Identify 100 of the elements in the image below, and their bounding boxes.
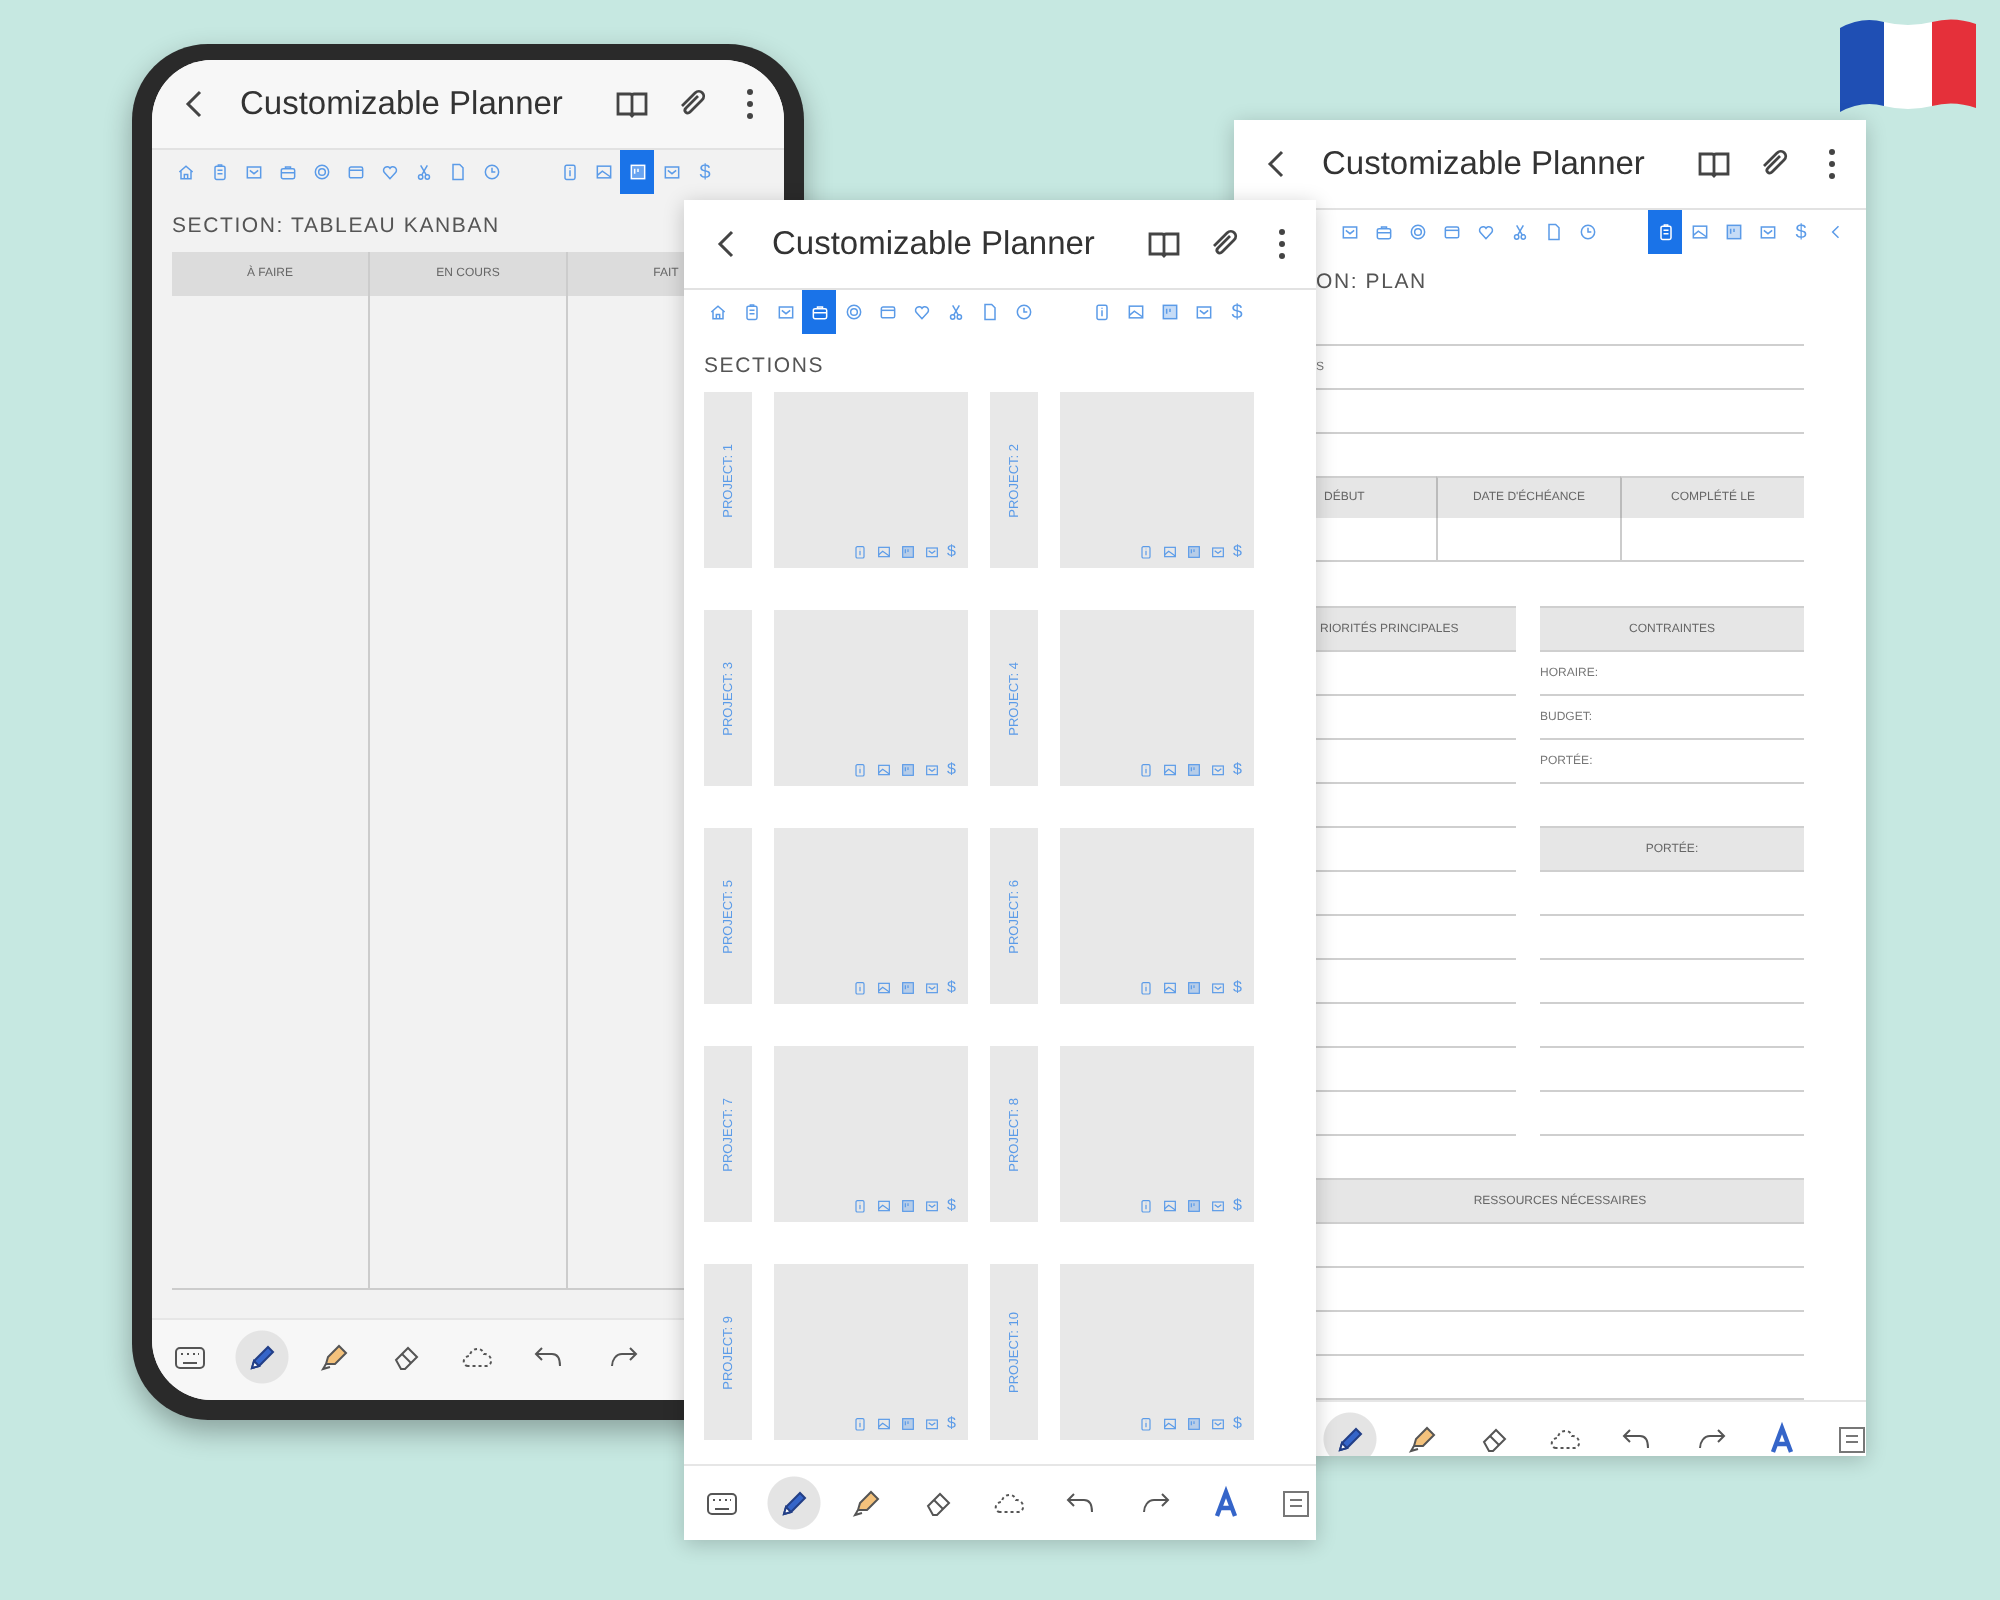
checkbox-icon [1339,222,1359,242]
clipboard-icon [209,162,229,182]
checkbox-icon [923,980,940,996]
info-icon [851,1416,868,1432]
dollar-link[interactable]: $ [1233,762,1242,778]
tab[interactable]: $ [688,150,722,194]
app-title: Customizable Planner [1322,145,1647,183]
project-card[interactable]: $ [774,610,968,786]
briefcase-icon [809,302,829,322]
section-title: SECTION: TABLEAU KANBAN [172,212,500,242]
heart-icon [1475,222,1495,242]
project-card[interactable]: $ [774,1046,968,1222]
dollar-link[interactable]: $ [1233,980,1242,996]
board-icon [899,980,916,996]
home-icon [707,302,727,322]
dollar-link[interactable]: $ [1233,544,1242,560]
checkbox-icon [1209,544,1226,560]
scissors-icon [1509,222,1529,242]
dollar-link[interactable]: $ [1233,1198,1242,1214]
checkbox-icon [923,1198,940,1214]
tab[interactable] [1648,210,1682,254]
section-title: SECTIONS [704,352,825,382]
dollar-link[interactable]: $ [947,1416,956,1432]
info-icon [1137,544,1154,560]
more-icon[interactable] [1826,144,1838,184]
image-icon [1161,1416,1178,1432]
project-card[interactable]: $ [1060,1264,1254,1440]
image-icon [1161,762,1178,778]
briefcase-icon [277,162,297,182]
folder-icon [1441,222,1461,242]
board-icon [899,1198,916,1214]
image-icon [593,162,613,182]
clock-icon [1013,302,1033,322]
info-icon [1137,1198,1154,1214]
checkbox-icon [1209,1198,1226,1214]
project-card[interactable]: $ [774,1264,968,1440]
image-icon [1689,222,1709,242]
board-icon [1185,1198,1202,1214]
dollar-link[interactable]: $ [1233,1416,1242,1432]
more-icon[interactable] [1276,224,1288,264]
info-icon [1137,1416,1154,1432]
dollar-link[interactable]: $ [947,980,956,996]
tab[interactable]: $ [1220,290,1254,334]
image-icon [1161,1198,1178,1214]
dollar-link[interactable]: $ [947,544,956,560]
checkbox-icon [923,1416,940,1432]
project-card[interactable]: $ [1060,392,1254,568]
scissors-icon [945,302,965,322]
info-icon [559,162,579,182]
board-icon [899,544,916,560]
tab[interactable]: $ [1784,210,1818,254]
target-icon [843,302,863,322]
info-icon [851,544,868,560]
project-card[interactable]: $ [1060,1046,1254,1222]
flag-icon [1840,16,1976,112]
board-icon [899,1416,916,1432]
info-icon [1137,762,1154,778]
checkbox-icon [1209,762,1226,778]
dollar-link[interactable]: $ [947,762,956,778]
heart-icon [379,162,399,182]
board-icon [1723,222,1743,242]
image-icon [1161,544,1178,560]
app-title: Customizable Planner [772,225,1097,263]
clock-icon [1577,222,1597,242]
board-icon [1185,762,1202,778]
clipboard-icon [741,302,761,322]
board-icon [1185,980,1202,996]
info-icon [851,1198,868,1214]
checkbox-icon [923,544,940,560]
target-icon [311,162,331,182]
info-icon [851,762,868,778]
checkbox-icon [1209,980,1226,996]
page-icon [1543,222,1563,242]
scissors-icon [413,162,433,182]
home-icon [175,162,195,182]
board-icon [1185,544,1202,560]
image-icon [875,1198,892,1214]
info-icon [1091,302,1111,322]
image-icon [875,980,892,996]
target-icon [1407,222,1427,242]
project-card[interactable]: $ [1060,610,1254,786]
clipboard-icon [1655,222,1675,242]
info-icon [1137,980,1154,996]
image-icon [875,1416,892,1432]
tab[interactable] [802,290,836,334]
image-icon [875,544,892,560]
board-icon [1185,1416,1202,1432]
checkbox-icon [1757,222,1777,242]
tab[interactable] [620,150,654,194]
checkbox-icon [243,162,263,182]
project-card[interactable]: $ [774,828,968,1004]
folder-icon [345,162,365,182]
checkbox-icon [1209,1416,1226,1432]
project-card[interactable]: $ [1060,828,1254,1004]
checkbox-icon [1193,302,1213,322]
more-icon[interactable] [744,84,756,124]
project-card[interactable]: $ [774,392,968,568]
board-icon [627,162,647,182]
dollar-link[interactable]: $ [947,1198,956,1214]
image-icon [1125,302,1145,322]
